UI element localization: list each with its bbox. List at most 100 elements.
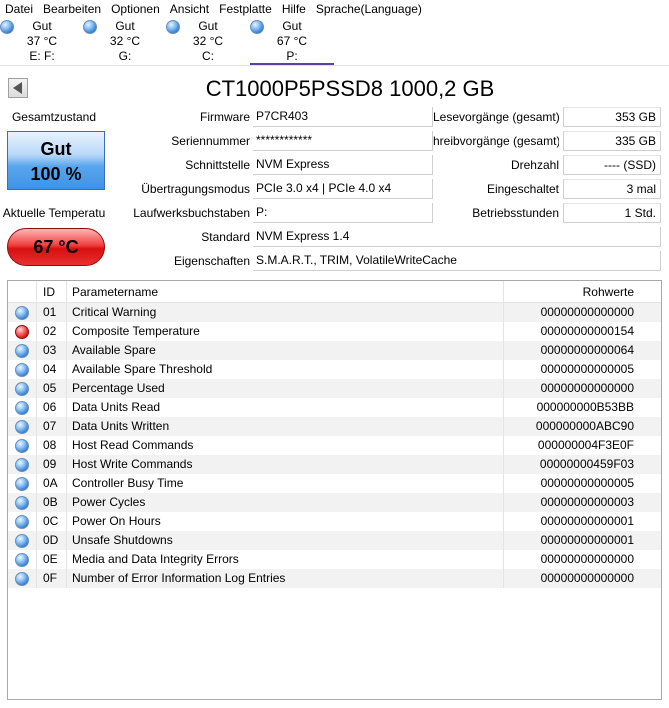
status-icon xyxy=(15,438,29,453)
row-id: 0D xyxy=(36,531,66,550)
row-id: 06 xyxy=(36,398,66,417)
status-icon xyxy=(15,476,29,491)
row-raw: 00000000000000 xyxy=(503,569,641,588)
drive-letters: E: F: xyxy=(29,49,55,63)
row-raw: 00000000000001 xyxy=(503,531,641,550)
power-on-count-value: 3 mal xyxy=(563,179,661,199)
health-label: Gesamtzustand xyxy=(11,110,97,124)
power-on-count-label: Eingeschaltet xyxy=(486,182,559,196)
row-name: Percentage Used xyxy=(66,379,503,398)
table-row[interactable]: 0C Power On Hours 00000000000001 xyxy=(8,512,661,531)
health-status-button[interactable]: Gut 100 % xyxy=(7,131,105,190)
row-name: Available Spare Threshold xyxy=(66,360,503,379)
health-status: Gut xyxy=(40,139,72,159)
status-icon xyxy=(15,571,29,586)
table-row[interactable]: 04 Available Spare Threshold 0000000000000… xyxy=(8,360,661,379)
row-name: Media and Data Integrity Errors xyxy=(66,550,503,569)
writes-total-label: hreibvorgänge (gesamt) xyxy=(433,134,559,148)
drive-letters: C: xyxy=(202,49,214,63)
table-header: ID Parametername Rohwerte xyxy=(8,281,661,303)
menu-festplatte[interactable]: Festplatte xyxy=(214,0,277,18)
table-row[interactable]: 0D Unsafe Shutdowns 00000000000001 xyxy=(8,531,661,550)
table-row[interactable]: 01 Critical Warning 00000000000000 xyxy=(8,303,661,322)
table-row[interactable]: 0E Media and Data Integrity Errors 0000000… xyxy=(8,550,661,569)
row-id: 0F xyxy=(36,569,66,588)
reads-total-value: 353 GB xyxy=(563,107,661,127)
drive-letters: G: xyxy=(118,49,132,63)
features-value: S.M.A.R.T., TRIM, VolatileWriteCache xyxy=(253,251,661,271)
previous-drive-button[interactable] xyxy=(8,78,28,98)
menu-sprache[interactable]: Sprache(Language) xyxy=(311,0,427,18)
transfer-mode-value: PCIe 3.0 x4 | PCIe 4.0 x4 xyxy=(253,179,433,199)
drive-tab-bar: Gut 37 °C E: F: Gut 32 °C G: Gut 32 °C C… xyxy=(0,18,669,66)
disk-title: CT1000P5PSSD8 1000,2 GB xyxy=(205,76,495,101)
serial-label: Seriennummer xyxy=(171,134,250,148)
menu-hilfe[interactable]: Hilfe xyxy=(277,0,311,18)
row-name: Critical Warning xyxy=(66,303,503,322)
status-icon xyxy=(15,381,29,396)
table-row[interactable]: 08 Host Read Commands 000000004F3E0F xyxy=(8,436,661,455)
drive-tab-3[interactable]: Gut 32 °C C: xyxy=(166,18,250,66)
status-icon xyxy=(15,457,29,472)
status-icon xyxy=(15,495,29,510)
temperature-label: Aktuelle Temperatu xyxy=(2,206,106,220)
status-icon xyxy=(15,400,29,415)
table-row[interactable]: 07 Data Units Written 000000000ABC90 xyxy=(8,417,661,436)
row-raw: 00000000000005 xyxy=(503,474,641,493)
row-name: Available Spare xyxy=(66,341,503,360)
row-id: 02 xyxy=(36,322,66,341)
row-id: 01 xyxy=(36,303,66,322)
writes-total-value: 335 GB xyxy=(563,131,661,151)
table-row[interactable]: 0B Power Cycles 00000000000003 xyxy=(8,493,661,512)
table-row[interactable]: 0A Controller Busy Time 00000000000005 xyxy=(8,474,661,493)
drive-tab-2[interactable]: Gut 32 °C G: xyxy=(83,18,167,66)
table-body: 01 Critical Warning 00000000000000 02 Compo… xyxy=(8,303,661,588)
drive-tab-1[interactable]: Gut 37 °C E: F: xyxy=(0,18,84,66)
drive-temp: 32 °C xyxy=(109,34,141,48)
id-column-header[interactable]: ID xyxy=(36,281,66,302)
status-icon xyxy=(15,552,29,567)
drive-status: Gut xyxy=(32,19,52,33)
interface-value: NVM Express xyxy=(253,155,433,175)
temperature-value[interactable]: 67 °C xyxy=(7,228,105,266)
row-raw: 00000000000003 xyxy=(503,493,641,512)
smart-attribute-table[interactable]: ID Parametername Rohwerte 01 Critical War… xyxy=(7,280,662,700)
drive-letters: P: xyxy=(286,49,298,63)
standard-label: Standard xyxy=(201,230,250,244)
menu-optionen[interactable]: Optionen xyxy=(106,0,165,18)
row-id: 03 xyxy=(36,341,66,360)
menu-bearbeiten[interactable]: Bearbeiten xyxy=(38,0,106,18)
status-column-header[interactable] xyxy=(8,281,36,302)
transfer-mode-label: Übertragungsmodus xyxy=(141,182,250,196)
reads-total-label: Lesevorgänge (gesamt) xyxy=(433,110,559,124)
row-id: 0A xyxy=(36,474,66,493)
serial-value: ************ xyxy=(253,131,433,151)
row-name: Data Units Written xyxy=(66,417,503,436)
menu-datei[interactable]: Datei xyxy=(0,0,38,18)
table-row[interactable]: 02 Composite Temperature 00000000000154 xyxy=(8,322,661,341)
table-row[interactable]: 09 Host Write Commands 00000000459F03 xyxy=(8,455,661,474)
row-raw: 00000000459F03 xyxy=(503,455,641,474)
standard-value: NVM Express 1.4 xyxy=(253,227,661,247)
drive-letters-label: Laufwerksbuchstaben xyxy=(133,206,250,220)
row-name: Power On Hours xyxy=(66,512,503,531)
table-row[interactable]: 0F Number of Error Information Log Entrie… xyxy=(8,569,661,588)
table-row[interactable]: 06 Data Units Read 000000000B53BB xyxy=(8,398,661,417)
row-id: 05 xyxy=(36,379,66,398)
row-name: Power Cycles xyxy=(66,493,503,512)
row-name: Host Write Commands xyxy=(66,455,503,474)
row-name: Data Units Read xyxy=(66,398,503,417)
menu-ansicht[interactable]: Ansicht xyxy=(165,0,214,18)
row-id: 09 xyxy=(36,455,66,474)
table-row[interactable]: 03 Available Spare 00000000000064 xyxy=(8,341,661,360)
status-icon xyxy=(15,305,29,320)
status-icon xyxy=(15,324,29,339)
row-id: 0B xyxy=(36,493,66,512)
row-id: 0E xyxy=(36,550,66,569)
name-column-header[interactable]: Parametername xyxy=(66,281,503,302)
rpm-value: ---- (SSD) xyxy=(563,155,661,175)
drive-tab-4[interactable]: Gut 67 °C P: xyxy=(250,18,334,66)
row-name: Controller Busy Time xyxy=(66,474,503,493)
raw-column-header[interactable]: Rohwerte xyxy=(503,281,641,302)
table-row[interactable]: 05 Percentage Used 00000000000000 xyxy=(8,379,661,398)
